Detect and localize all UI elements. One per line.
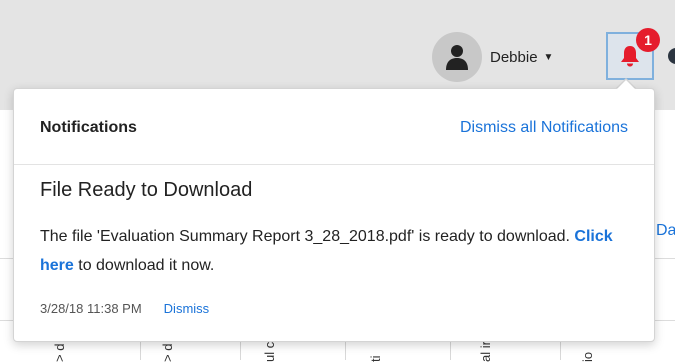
popup-arrow-fill <box>616 80 636 90</box>
notification-body-text: The file 'Evaluation Summary Report 3_28… <box>40 228 574 245</box>
user-menu[interactable]: Debbie ▼ <box>432 32 553 82</box>
popup-header: Notifications Dismiss all Notifications <box>14 89 654 165</box>
table-column-header: > d <box>160 344 175 362</box>
dismiss-notification-button[interactable]: Dismiss <box>164 301 210 316</box>
dismiss-all-button[interactable]: Dismiss all Notifications <box>460 119 628 137</box>
notification-meta: 3/28/18 11:38 PM Dismiss <box>40 301 209 316</box>
avatar <box>432 32 482 82</box>
table-column-header: al ir <box>478 341 493 362</box>
table-column-header: ti <box>368 356 383 362</box>
popup-title: Notifications <box>40 119 137 137</box>
user-silhouette-icon <box>445 44 469 70</box>
table-column-header: io <box>580 352 595 362</box>
background-partial-link[interactable]: Da <box>656 222 675 240</box>
user-name: Debbie <box>490 49 538 66</box>
table-column-header: > d <box>52 344 67 362</box>
notification-title: File Ready to Download <box>40 179 252 202</box>
notifications-popup: Notifications Dismiss all Notifications … <box>13 88 655 342</box>
notification-body: The file 'Evaluation Summary Report 3_28… <box>40 222 640 280</box>
notification-count-badge: 1 <box>636 28 660 52</box>
caret-down-icon: ▼ <box>544 52 554 63</box>
notification-timestamp: 3/28/18 11:38 PM <box>40 301 142 316</box>
bell-icon <box>620 45 640 67</box>
notification-body-text-end: to download it now. <box>74 257 215 274</box>
